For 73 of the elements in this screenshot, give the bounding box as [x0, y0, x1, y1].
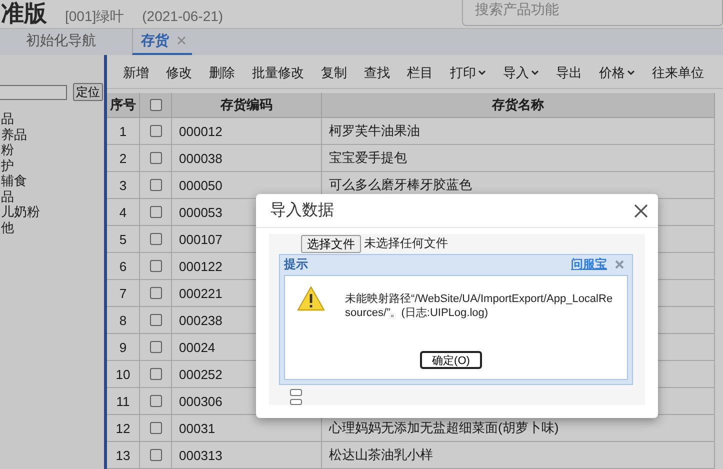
table-cell-text: 松达山茶油乳小样	[328, 446, 434, 464]
toolbar-button[interactable]: 删除	[209, 64, 235, 82]
tab[interactable]: 初始化导航	[20, 29, 102, 55]
checkbox[interactable]	[150, 449, 162, 461]
toolbar-button[interactable]: 打印	[450, 64, 486, 82]
row-number: 8	[107, 307, 140, 333]
column-header: 存货编码	[172, 93, 322, 118]
tree-item[interactable]: 护	[1, 158, 104, 173]
checkbox[interactable]	[290, 398, 302, 405]
checkbox[interactable]	[290, 389, 302, 396]
row-number: 3	[107, 172, 140, 198]
row-number: 2	[107, 145, 140, 171]
toolbar-button[interactable]: 修改	[166, 64, 192, 82]
checkbox[interactable]	[150, 179, 162, 191]
file-status: 未选择任何文件	[364, 235, 448, 252]
table-cell: 000313	[172, 442, 322, 468]
locate-field[interactable]	[0, 84, 67, 100]
toolbar-button[interactable]: 栏目	[407, 64, 433, 82]
choose-file-button[interactable]: 选择文件	[301, 234, 361, 253]
toolbar-button[interactable]: 导入	[503, 64, 539, 82]
checkbox[interactable]	[150, 99, 162, 111]
row-number: 9	[107, 334, 140, 360]
table-cell-text: 心理妈妈无添加无盐超细菜面(胡萝卜味)	[328, 419, 560, 437]
warning-icon	[297, 286, 325, 312]
checkbox[interactable]	[150, 422, 162, 434]
checkbox[interactable]	[150, 206, 162, 218]
tree-item[interactable]: 品	[1, 111, 104, 126]
tree-item[interactable]: 儿奶粉	[1, 204, 104, 220]
table-cell-text: 宝宝爱手提包	[328, 149, 408, 167]
row-number: 12	[107, 415, 140, 441]
row-number: 4	[107, 199, 140, 225]
tree-item[interactable]: 他	[1, 220, 104, 235]
tree-item[interactable]: 品	[1, 188, 104, 204]
table-cell: 000038	[172, 145, 322, 171]
close-icon[interactable]	[634, 204, 648, 218]
row-number: 5	[107, 226, 140, 252]
locate-button[interactable]: 定位	[73, 83, 103, 101]
table-cell: 000012	[172, 118, 322, 144]
account-label: [001]绿叶	[65, 7, 124, 26]
row-number: 10	[107, 361, 140, 387]
tree-item[interactable]: 粉	[1, 142, 104, 158]
alert-message: 未能映射路径“/WebSite/UA/ImportExport/App_LocalResources/”。(日志:UIPLog.log)	[345, 292, 614, 320]
table-cell-text: 可么多么磨牙棒牙胶蓝色	[328, 176, 473, 194]
checkbox[interactable]	[150, 233, 162, 245]
checkbox[interactable]	[150, 152, 162, 164]
checkbox[interactable]	[150, 287, 162, 299]
checkbox[interactable]	[150, 368, 162, 380]
date-label: (2021-06-21)	[142, 7, 224, 26]
checkbox[interactable]	[150, 260, 162, 272]
row-number: 1	[107, 118, 140, 144]
tree-item[interactable]: 养品	[1, 126, 104, 142]
alert-title: 提示	[284, 256, 308, 274]
table-cell-text: 柯罗芙牛油果油	[328, 122, 421, 140]
toolbar-button[interactable]: 往来单位	[652, 64, 704, 82]
row-number: 6	[107, 253, 140, 279]
app-title: 准版	[1, 0, 47, 26]
toolbar-button[interactable]: 新增	[123, 64, 149, 82]
checkbox[interactable]	[150, 125, 162, 137]
ok-button[interactable]: 确定(O)	[420, 351, 482, 370]
toolbar-button[interactable]: 批量修改	[252, 64, 304, 82]
column-header: 序号	[107, 93, 140, 118]
checkbox[interactable]	[150, 395, 162, 407]
toolbar-button[interactable]: 导出	[556, 64, 582, 82]
checkbox[interactable]	[150, 314, 162, 326]
toolbar-button[interactable]: 复制	[321, 64, 347, 82]
row-number: 7	[107, 280, 140, 306]
toolbar-button[interactable]: 价格	[599, 64, 635, 82]
column-header: 存货名称	[322, 93, 715, 118]
toolbar-button[interactable]: 查找	[364, 64, 390, 82]
checkbox[interactable]	[150, 341, 162, 353]
row-number: 13	[107, 442, 140, 468]
row-number: 11	[107, 388, 140, 414]
tree-item[interactable]: 辅食	[1, 173, 104, 188]
